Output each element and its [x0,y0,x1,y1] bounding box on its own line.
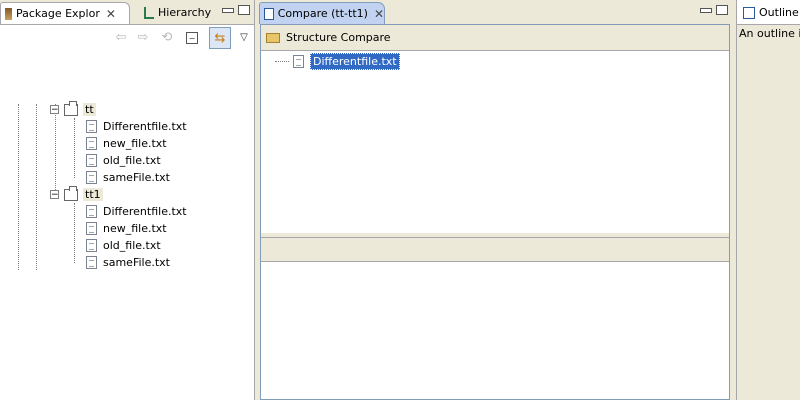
tree-file[interactable]: Differentfile.txt [86,118,187,135]
view-menu-icon[interactable]: ▽ [235,28,253,46]
package-icon [64,185,78,201]
tab-label: Outline [759,6,799,19]
left-toolbar: ⇦ ⇨ ⟲ − ⇆ ▽ [0,25,254,49]
tree-file[interactable]: sameFile.txt [86,169,187,186]
text-file-icon [86,137,97,150]
structure-compare-title: Structure Compare [286,31,391,44]
text-file-icon [86,120,97,133]
minimize-icon[interactable] [222,8,234,13]
tree-node-tt[interactable]: − tt [50,100,187,118]
minimize-icon[interactable] [700,8,712,13]
collapse-toggle-icon[interactable]: − [50,105,59,115]
tree-file[interactable]: sameFile.txt [86,254,187,271]
collapse-toggle-icon[interactable]: − [50,190,59,200]
text-file-icon [86,222,97,235]
close-icon[interactable]: ✕ [374,7,384,21]
package-icon [64,100,78,116]
content-compare-header [261,237,729,262]
tree-file[interactable]: new_file.txt [86,220,187,237]
tree-node-label: tt [83,103,96,116]
left-tab-bar: Package Explor ✕ Hierarchy [0,0,254,25]
maximize-icon[interactable] [238,5,250,15]
text-file-icon [293,55,304,68]
structure-pane: Differentfile.txt [261,51,729,233]
maximize-icon[interactable] [716,5,728,15]
tree-node-label: tt1 [83,188,103,201]
compare-frame: Structure Compare Differentfile.txt [260,24,730,400]
compare-editor: Compare (tt-tt1) ✕ Structure Compare Dif… [258,0,732,400]
tree-file[interactable]: old_file.txt [86,152,187,169]
file-label: new_file.txt [103,222,167,235]
tab-hierarchy[interactable]: Hierarchy [140,2,216,23]
text-file-icon [86,171,97,184]
tab-package-explorer[interactable]: Package Explor ✕ [0,2,130,24]
outline-message: An outline is [739,27,800,40]
file-label: sameFile.txt [103,256,170,269]
structure-compare-header: Structure Compare [261,25,729,51]
content-compare-pane [261,262,729,399]
tab-label: Package Explor [16,7,100,20]
compare-icon [264,7,274,20]
link-with-editor-icon[interactable]: ⇆ [209,27,231,49]
tree-node-tt1[interactable]: − tt1 [50,185,187,203]
hierarchy-icon [144,6,154,19]
outline-tab-inner: Outline [739,2,799,23]
tree: − tt Differentfile.txt new_file.txt old_… [50,100,187,271]
outline-view: Outline An outline is [736,0,800,400]
file-label: Differentfile.txt [103,120,187,133]
text-file-icon [86,205,97,218]
tab-label: Hierarchy [158,6,212,19]
tree-file[interactable]: Differentfile.txt [86,203,187,220]
structure-item[interactable]: Differentfile.txt [293,53,400,70]
forward-icon[interactable]: ⇨ [134,28,152,46]
tab-compare[interactable]: Compare (tt-tt1) ✕ [259,2,385,24]
tab-outline[interactable]: Outline [737,0,800,25]
back-icon[interactable]: ⇦ [112,28,130,46]
file-label: old_file.txt [103,154,161,167]
text-file-icon [86,256,97,269]
package-explorer-icon [5,7,12,20]
tree-guide [36,104,37,270]
file-label: new_file.txt [103,137,167,150]
file-label: Differentfile.txt [103,205,187,218]
tab-label: Compare (tt-tt1) [277,7,368,20]
tree-guide [275,61,289,62]
structure-item-label: Differentfile.txt [310,53,400,70]
tree-file[interactable]: new_file.txt [86,135,187,152]
tree-guide [18,104,19,270]
folder-icon [266,32,280,43]
text-file-icon [86,154,97,167]
package-explorer-view: Package Explor ✕ Hierarchy ⇦ ⇨ ⟲ − ⇆ ▽ −… [0,0,255,400]
close-icon[interactable]: ✕ [106,7,116,21]
collapse-all-icon[interactable]: − [186,32,198,44]
outline-icon [743,6,755,19]
file-label: sameFile.txt [103,171,170,184]
editor-tab-bar: Compare (tt-tt1) ✕ [258,0,732,24]
up-icon[interactable]: ⟲ [158,28,176,46]
